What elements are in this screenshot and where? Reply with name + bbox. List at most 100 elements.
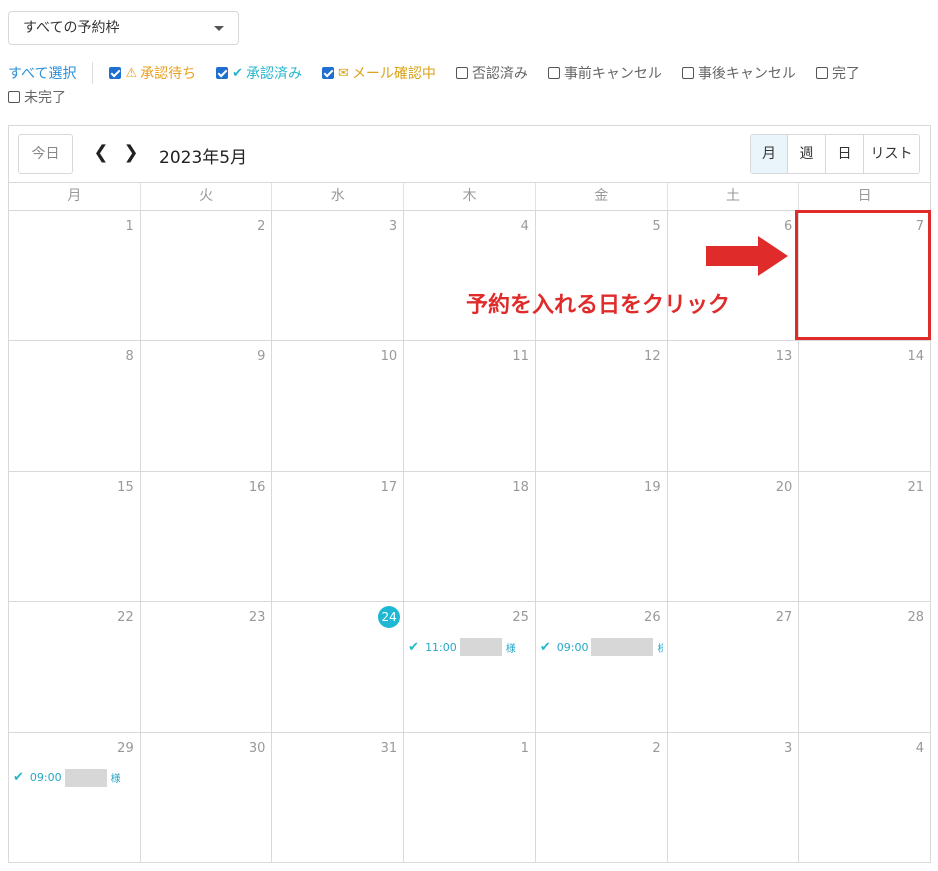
day-number: 22 — [117, 610, 134, 626]
filter-item[interactable]: 否認済み — [455, 63, 528, 83]
day-number: 3 — [388, 219, 398, 234]
month-title: 2023年5月 — [159, 148, 248, 168]
filter-checkbox[interactable] — [681, 67, 694, 79]
day-cell[interactable]: 23 — [139, 602, 272, 732]
day-number: 12 — [644, 349, 661, 365]
event-time: 09:00 — [556, 640, 589, 654]
day-cell[interactable]: 2 — [534, 732, 667, 863]
view-button[interactable]: 月 — [751, 135, 787, 173]
reservation-event[interactable]: ✔ 09:00 様 — [539, 638, 663, 657]
day-cell[interactable]: 27 — [666, 602, 799, 732]
filter-item[interactable]: 未完了 — [8, 87, 66, 107]
weekday-label: 土 — [666, 183, 799, 210]
day-cell[interactable]: 1 — [403, 732, 535, 863]
calendar: 今日 ❮ ❯ 2023年5月 月週日リスト 月火水木金土日 1234567891… — [8, 125, 931, 863]
reservation-event[interactable]: ✔ 09:00 様 — [13, 768, 136, 787]
annotation-highlight-box — [795, 210, 931, 340]
chevron-right-icon[interactable]: ❯ — [121, 141, 141, 165]
day-cell[interactable]: 24 — [271, 602, 403, 732]
day-number: 1 — [125, 219, 134, 234]
view-button[interactable]: 日 — [825, 135, 863, 173]
day-cell[interactable]: 4 — [403, 211, 535, 341]
chevron-left-icon[interactable]: ❮ — [91, 141, 111, 165]
day-number: 10 — [380, 349, 398, 365]
filter-checkbox[interactable] — [8, 91, 20, 103]
honorific-suffix: 様 — [505, 643, 516, 655]
day-cell[interactable]: 8 — [9, 341, 140, 470]
day-cell[interactable]: 10 — [271, 341, 403, 471]
day-number: 18 — [512, 479, 529, 495]
select-all-link[interactable]: すべて選択 — [8, 63, 76, 83]
week-row: 8 9 10 11 12 13 14 — [9, 341, 930, 472]
day-number: 29 — [117, 740, 134, 756]
day-number: 6 — [784, 219, 793, 234]
day-number: 16 — [248, 479, 266, 495]
day-number: 28 — [907, 610, 925, 626]
filter-item[interactable]: ✔ 承認済み — [216, 63, 302, 83]
reservation-frame-select[interactable]: すべての予約枠 — [8, 11, 239, 45]
day-number: 8 — [125, 349, 134, 365]
filter-checkbox[interactable] — [216, 67, 229, 79]
day-cell[interactable]: 16 — [139, 471, 272, 602]
day-cell[interactable]: 3 — [271, 211, 403, 341]
filter-label: 承認待ち — [140, 66, 197, 82]
weekday-header: 月 火水木金土日 — [9, 182, 930, 211]
day-number: 11 — [512, 349, 529, 365]
day-cell[interactable]: 4 — [798, 732, 930, 863]
day-number: 31 — [380, 740, 398, 756]
today-button[interactable]: 今日 — [18, 134, 73, 174]
day-cell[interactable]: 20 — [666, 471, 799, 602]
day-number: 15 — [117, 479, 134, 495]
day-cell[interactable]: 9 — [139, 341, 272, 471]
day-cell[interactable]: 18 — [403, 471, 535, 602]
filter-checkbox[interactable] — [547, 67, 560, 79]
filter-label: 完了 — [831, 66, 860, 82]
day-cell[interactable]: 25 ✔ 11:00 様 — [403, 602, 535, 732]
day-cell[interactable]: 13 — [666, 341, 799, 471]
filter-checkbox[interactable] — [815, 67, 828, 79]
day-number: 20 — [775, 479, 793, 495]
day-number: 1 — [520, 740, 529, 756]
day-cell[interactable]: 28 — [798, 602, 930, 732]
day-cell[interactable]: 21 — [798, 471, 930, 602]
day-number: 25 — [512, 610, 529, 626]
week-row: 15 16 17 18 19 20 21 — [9, 471, 930, 603]
annotation-text: 予約を入れる日をクリック — [466, 293, 731, 318]
filter-item[interactable]: 完了 — [815, 63, 860, 83]
day-cell[interactable]: 17 — [271, 471, 403, 602]
day-cell[interactable]: 15 — [9, 472, 140, 601]
filter-item[interactable]: 事前キャンセル — [547, 63, 662, 83]
filter-checkbox[interactable] — [455, 67, 468, 79]
event-time: 11:00 — [425, 640, 457, 654]
day-cell[interactable]: 22 — [9, 602, 140, 731]
calendar-toolbar: 今日 ❮ ❯ 2023年5月 月週日リスト — [9, 126, 930, 182]
day-cell[interactable]: 1 — [9, 211, 140, 340]
view-button[interactable]: 週 — [787, 135, 825, 173]
check-icon: ✔ — [539, 639, 551, 655]
day-number: 3 — [784, 740, 793, 756]
day-cell[interactable]: 5 — [534, 211, 667, 341]
day-number: 13 — [775, 349, 793, 365]
filter-checkbox[interactable] — [322, 67, 335, 79]
day-cell[interactable]: 26 ✔ 09:00 様 — [534, 602, 667, 732]
day-cell[interactable]: 11 — [403, 341, 535, 471]
day-cell[interactable]: 2 — [139, 211, 272, 341]
filter-item[interactable]: ⚠ 承認待ち — [109, 63, 196, 83]
day-number: 26 — [644, 610, 661, 626]
day-cell[interactable]: 14 — [798, 341, 930, 471]
day-number: 17 — [380, 479, 398, 495]
filter-checkbox[interactable] — [109, 67, 122, 79]
day-cell[interactable]: 29 ✔ 09:00 様 — [9, 733, 140, 863]
day-cell[interactable]: 19 — [534, 471, 667, 602]
filter-item[interactable]: 事後キャンセル — [681, 63, 796, 83]
filter-label: 事後キャンセル — [697, 66, 796, 82]
day-cell[interactable]: 30 — [139, 732, 272, 863]
day-cell[interactable]: 12 — [534, 341, 667, 471]
filter-item[interactable]: ✉ メール確認中 — [322, 63, 436, 83]
filter-label: 未完了 — [24, 90, 66, 106]
view-button[interactable]: リスト — [863, 135, 919, 173]
reservation-event[interactable]: ✔ 11:00 様 — [408, 638, 531, 657]
day-cell[interactable]: 31 — [271, 732, 403, 863]
day-cell[interactable]: 3 — [666, 732, 799, 863]
filter-label: 否認済み — [471, 66, 528, 82]
